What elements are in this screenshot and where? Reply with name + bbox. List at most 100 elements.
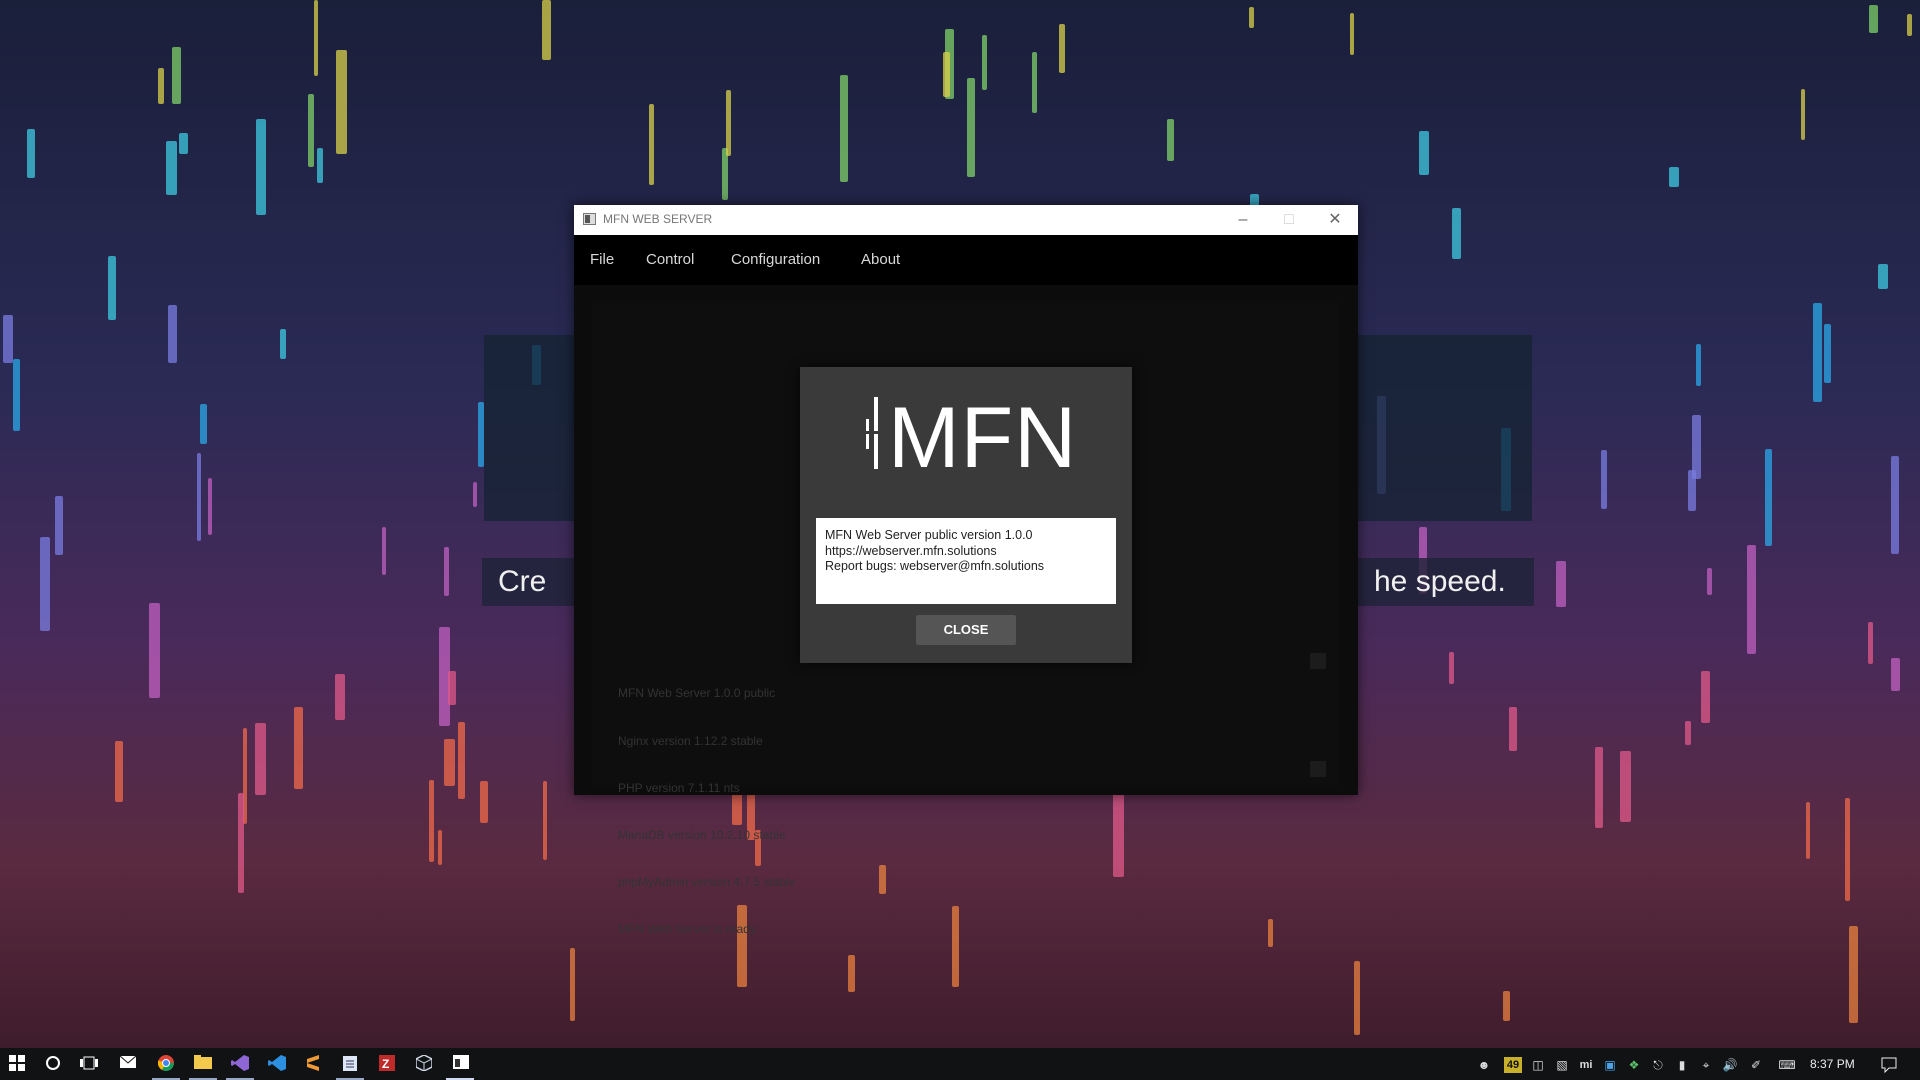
wallpaper-streak — [314, 0, 318, 76]
box-app-icon[interactable] — [415, 1054, 433, 1073]
wallpaper-streak — [1849, 926, 1858, 1023]
menu-bar: File Control Configuration About — [574, 235, 1358, 285]
sync-app-icon[interactable]: ▣ — [1602, 1057, 1618, 1073]
wallpaper-streak — [256, 119, 266, 215]
wallpaper-streak — [382, 527, 386, 575]
wallpaper-streak — [280, 329, 286, 359]
wallpaper-streak — [649, 104, 654, 185]
wallpaper-streak — [1878, 264, 1888, 289]
app-icon — [583, 213, 596, 225]
wallpaper-streak — [952, 906, 959, 987]
wallpaper-streak — [444, 547, 449, 596]
wallpaper-streak — [458, 722, 465, 799]
version-info-box: MFN Web Server public version 1.0.0 http… — [816, 518, 1116, 604]
wallpaper-streak — [848, 955, 855, 992]
wallpaper-streak — [1268, 919, 1273, 947]
logo-text: MFN — [888, 390, 1078, 486]
touch-keyboard-icon[interactable]: ⌨ — [1776, 1057, 1798, 1073]
wallpaper-streak — [108, 256, 116, 320]
taskbar-clock[interactable]: 8:37 PM — [1810, 1057, 1855, 1071]
log-line: PHP version 7.1.11 nts — [618, 780, 740, 795]
wallpaper-banner-left — [484, 335, 576, 521]
menu-configuration[interactable]: Configuration — [731, 251, 820, 268]
wallpaper-streak — [726, 90, 731, 156]
mi-icon[interactable]: mi — [1578, 1057, 1594, 1073]
wallpaper-streak — [542, 0, 551, 60]
menu-control[interactable]: Control — [646, 251, 694, 268]
tray-badge-icon[interactable]: 49 — [1504, 1057, 1522, 1073]
battery-icon[interactable]: ▮ — [1674, 1057, 1690, 1073]
wallpaper-streak — [1845, 798, 1850, 901]
mfn-web-server-icon[interactable] — [452, 1055, 470, 1073]
close-button[interactable]: CLOSE — [916, 615, 1016, 645]
visual-studio-icon[interactable] — [231, 1055, 249, 1073]
wallpaper-streak — [1249, 7, 1254, 28]
wallpaper-streak — [1354, 961, 1360, 1035]
action-center-icon[interactable] — [1880, 1057, 1898, 1074]
wallpaper-streak — [168, 305, 177, 363]
version-line: MFN Web Server public version 1.0.0 — [825, 528, 1033, 542]
wallpaper-streak — [943, 52, 950, 97]
svg-text:Z: Z — [382, 1057, 389, 1071]
cortana-search-icon[interactable] — [44, 1055, 62, 1073]
log-line: MFN Web Server is ready... — [618, 921, 765, 936]
close-window-button[interactable]: ✕ — [1312, 205, 1358, 235]
wallpaper-streak — [238, 793, 244, 893]
wallpaper-streak — [1765, 449, 1772, 546]
scroll-up-button[interactable] — [1310, 653, 1326, 669]
wallpaper-streak — [308, 94, 314, 167]
notepad-icon[interactable] — [341, 1055, 359, 1073]
menu-file[interactable]: File — [590, 251, 614, 268]
wallpaper-streak — [3, 315, 13, 363]
dual-window-icon[interactable]: ◫ — [1530, 1057, 1546, 1073]
maximize-button[interactable]: □ — [1266, 205, 1312, 235]
wifi-icon[interactable]: ⌖ — [1698, 1057, 1714, 1073]
wallpaper-streak — [179, 133, 188, 154]
taskbar: Z ☻ 49 ◫ ▧ mi ▣ ❖ ⎋ ▮ ⌖ 🔊 ✐ ⌨ 8:37 PM — [0, 1048, 1920, 1080]
shield-icon[interactable]: ❖ — [1626, 1057, 1642, 1073]
log-output: MFN Web Server 1.0.0 public Nginx versio… — [618, 655, 795, 969]
mail-icon[interactable] — [119, 1055, 137, 1073]
report-bugs-line: Report bugs: webserver@mfn.solutions — [825, 559, 1045, 573]
wallpaper-streak — [570, 948, 575, 1021]
wallpaper-streak — [1449, 652, 1454, 684]
wallpaper-streak — [1509, 707, 1517, 751]
wallpaper-caption-left: Cre — [482, 558, 576, 606]
wallpaper-streak — [317, 148, 323, 183]
scroll-down-button[interactable] — [1310, 761, 1326, 777]
wallpaper-streak — [172, 47, 181, 104]
wallpaper-streak — [1452, 208, 1461, 259]
wallpaper-streak — [1419, 131, 1429, 175]
wallpaper-streak — [1869, 5, 1878, 33]
windows-start-icon[interactable] — [8, 1055, 26, 1073]
logo-mark — [866, 431, 888, 434]
file-explorer-icon[interactable] — [194, 1055, 212, 1073]
wallpaper-streak — [335, 674, 345, 720]
wallpaper-streak — [115, 741, 123, 802]
wallpaper-streak — [1891, 658, 1900, 691]
minimize-button[interactable]: – — [1220, 205, 1266, 235]
keyboard-icon[interactable]: ▧ — [1554, 1057, 1570, 1073]
chrome-icon[interactable] — [157, 1055, 175, 1073]
people-icon[interactable]: ☻ — [1476, 1057, 1492, 1073]
task-view-icon[interactable] — [80, 1055, 98, 1073]
wallpaper-streak — [1167, 119, 1174, 161]
usb-icon[interactable]: ⎋ — [1650, 1057, 1666, 1073]
filezilla-icon[interactable]: Z — [378, 1055, 396, 1073]
logo-mark — [866, 419, 869, 449]
wallpaper-streak — [1620, 751, 1631, 822]
sublime-text-icon[interactable] — [304, 1055, 322, 1073]
wallpaper-streak — [197, 453, 201, 541]
wallpaper-streak — [1503, 991, 1510, 1021]
wallpaper-streak — [1747, 545, 1756, 654]
window-titlebar[interactable]: MFN WEB SERVER – □ ✕ — [574, 205, 1358, 235]
volume-icon[interactable]: 🔊 — [1722, 1057, 1738, 1073]
menu-about[interactable]: About — [861, 251, 900, 268]
wallpaper-streak — [40, 537, 50, 631]
vscode-icon[interactable] — [268, 1055, 286, 1073]
wallpaper-streak — [982, 35, 987, 90]
wallpaper-streak — [166, 141, 177, 195]
wallpaper-banner-right — [1358, 335, 1532, 521]
pen-icon[interactable]: ✐ — [1748, 1057, 1764, 1073]
wallpaper-streak — [158, 68, 164, 104]
